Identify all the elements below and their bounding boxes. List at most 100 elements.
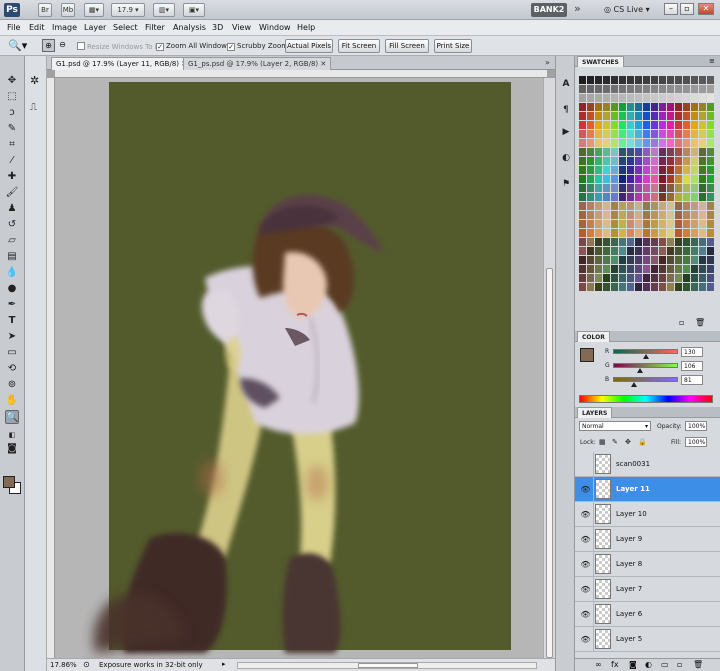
swatch-cell[interactable]	[667, 130, 674, 138]
swatch-cell[interactable]	[699, 157, 706, 165]
swatch-cell[interactable]	[595, 76, 602, 84]
swatch-cell[interactable]	[699, 247, 706, 255]
swatch-cell[interactable]	[579, 103, 586, 111]
swatch-cell[interactable]	[667, 274, 674, 282]
layer-name[interactable]: Layer 10	[616, 510, 647, 518]
swatch-cell[interactable]	[667, 220, 674, 228]
maximize-button[interactable]: ▫	[680, 3, 694, 15]
swatch-cell[interactable]	[675, 148, 682, 156]
swatch-cell[interactable]	[611, 229, 618, 237]
swatch-cell[interactable]	[595, 283, 602, 291]
swatch-cell[interactable]	[675, 283, 682, 291]
crop-tool-icon[interactable]: ⌗	[5, 138, 19, 152]
swatch-cell[interactable]	[651, 121, 658, 129]
swatch-cell[interactable]	[595, 139, 602, 147]
swatch-cell[interactable]	[699, 184, 706, 192]
swatch-cell[interactable]	[651, 265, 658, 273]
swatch-cell[interactable]	[579, 211, 586, 219]
swatch-cell[interactable]	[659, 85, 666, 93]
swatch-cell[interactable]	[619, 274, 626, 282]
swatch-cell[interactable]	[707, 202, 714, 210]
swatch-cell[interactable]	[627, 184, 634, 192]
move-tool-icon[interactable]: ✥	[5, 74, 19, 88]
bridge-button[interactable]: Br	[38, 3, 52, 17]
swatch-cell[interactable]	[691, 130, 698, 138]
swatch-cell[interactable]	[643, 121, 650, 129]
dodge-tool-icon[interactable]: ●	[5, 282, 19, 296]
swatch-cell[interactable]	[579, 76, 586, 84]
swatch-cell[interactable]	[595, 229, 602, 237]
type-tool-icon[interactable]: T	[5, 314, 19, 328]
swatch-cell[interactable]	[635, 229, 642, 237]
swatch-cell[interactable]	[683, 274, 690, 282]
swatch-cell[interactable]	[587, 103, 594, 111]
swatch-cell[interactable]	[659, 130, 666, 138]
swatch-cell[interactable]	[667, 139, 674, 147]
fit-screen-button[interactable]: Fit Screen	[338, 39, 380, 53]
swatch-cell[interactable]	[691, 202, 698, 210]
cs-live-button[interactable]: ◎ CS Live ▾	[604, 5, 650, 14]
swatch-cell[interactable]	[691, 265, 698, 273]
swatch-cell[interactable]	[635, 202, 642, 210]
swatch-cell[interactable]	[683, 238, 690, 246]
swatch-cell[interactable]	[667, 175, 674, 183]
swatch-cell[interactable]	[675, 76, 682, 84]
swatch-cell[interactable]	[603, 211, 610, 219]
swatch-cell[interactable]	[699, 76, 706, 84]
swatch-cell[interactable]	[691, 184, 698, 192]
swatch-cell[interactable]	[683, 121, 690, 129]
swatch-cell[interactable]	[683, 166, 690, 174]
swatch-cell[interactable]	[587, 175, 594, 183]
swatch-cell[interactable]	[587, 76, 594, 84]
clone-source-icon[interactable]: ⎍	[30, 102, 37, 113]
swatch-cell[interactable]	[643, 130, 650, 138]
menu-image[interactable]: Image	[52, 23, 77, 32]
history-brush-tool-icon[interactable]: ↺	[5, 218, 19, 232]
swatch-cell[interactable]	[675, 103, 682, 111]
character-panel-icon[interactable]: A	[560, 78, 572, 90]
swatch-cell[interactable]	[603, 121, 610, 129]
swatch-cell[interactable]	[579, 274, 586, 282]
menu-layer[interactable]: Layer	[84, 23, 106, 32]
swatch-cell[interactable]	[643, 256, 650, 264]
swatch-cell[interactable]	[683, 103, 690, 111]
swatch-cell[interactable]	[651, 229, 658, 237]
swatch-cell[interactable]	[699, 238, 706, 246]
swatch-cell[interactable]	[635, 265, 642, 273]
channel-value-field[interactable]: 130	[681, 347, 703, 357]
swatch-cell[interactable]	[619, 130, 626, 138]
swatch-cell[interactable]	[691, 220, 698, 228]
swatch-cell[interactable]	[627, 247, 634, 255]
swatch-cell[interactable]	[595, 103, 602, 111]
layer-visibility-toggle[interactable]: 👁	[576, 552, 594, 577]
swatch-cell[interactable]	[595, 175, 602, 183]
swatch-cell[interactable]	[635, 157, 642, 165]
swatch-cell[interactable]	[619, 175, 626, 183]
swatch-cell[interactable]	[699, 211, 706, 219]
swatch-cell[interactable]	[643, 202, 650, 210]
swatch-cell[interactable]	[659, 238, 666, 246]
zoom-level-dropdown[interactable]: 17.9 ▾	[111, 3, 145, 17]
swatch-cell[interactable]	[643, 265, 650, 273]
swatch-cell[interactable]	[595, 274, 602, 282]
layer-row[interactable]: 👁 Layer 7	[575, 577, 720, 602]
swatch-cell[interactable]	[643, 103, 650, 111]
layer-visibility-toggle[interactable]: 👁	[576, 577, 594, 602]
swatch-cell[interactable]	[579, 94, 586, 102]
horizontal-scroll-thumb[interactable]	[358, 663, 418, 668]
swatch-cell[interactable]	[683, 112, 690, 120]
swatch-cell[interactable]	[619, 283, 626, 291]
tab-document-g1-ps[interactable]: G1_ps.psd @ 17.9% (Layer 2, RGB/8) ✕	[183, 57, 332, 70]
swatch-cell[interactable]	[651, 103, 658, 111]
slider-thumb[interactable]	[630, 382, 637, 387]
layer-thumbnail[interactable]	[595, 454, 611, 474]
swatch-cell[interactable]	[675, 175, 682, 183]
swatch-cell[interactable]	[675, 157, 682, 165]
swatch-cell[interactable]	[699, 103, 706, 111]
swatch-cell[interactable]	[627, 112, 634, 120]
swatch-cell[interactable]	[619, 211, 626, 219]
swatch-cell[interactable]	[635, 211, 642, 219]
tab-layers[interactable]: LAYERS	[577, 407, 613, 418]
swatch-cell[interactable]	[635, 247, 642, 255]
swatch-cell[interactable]	[627, 139, 634, 147]
